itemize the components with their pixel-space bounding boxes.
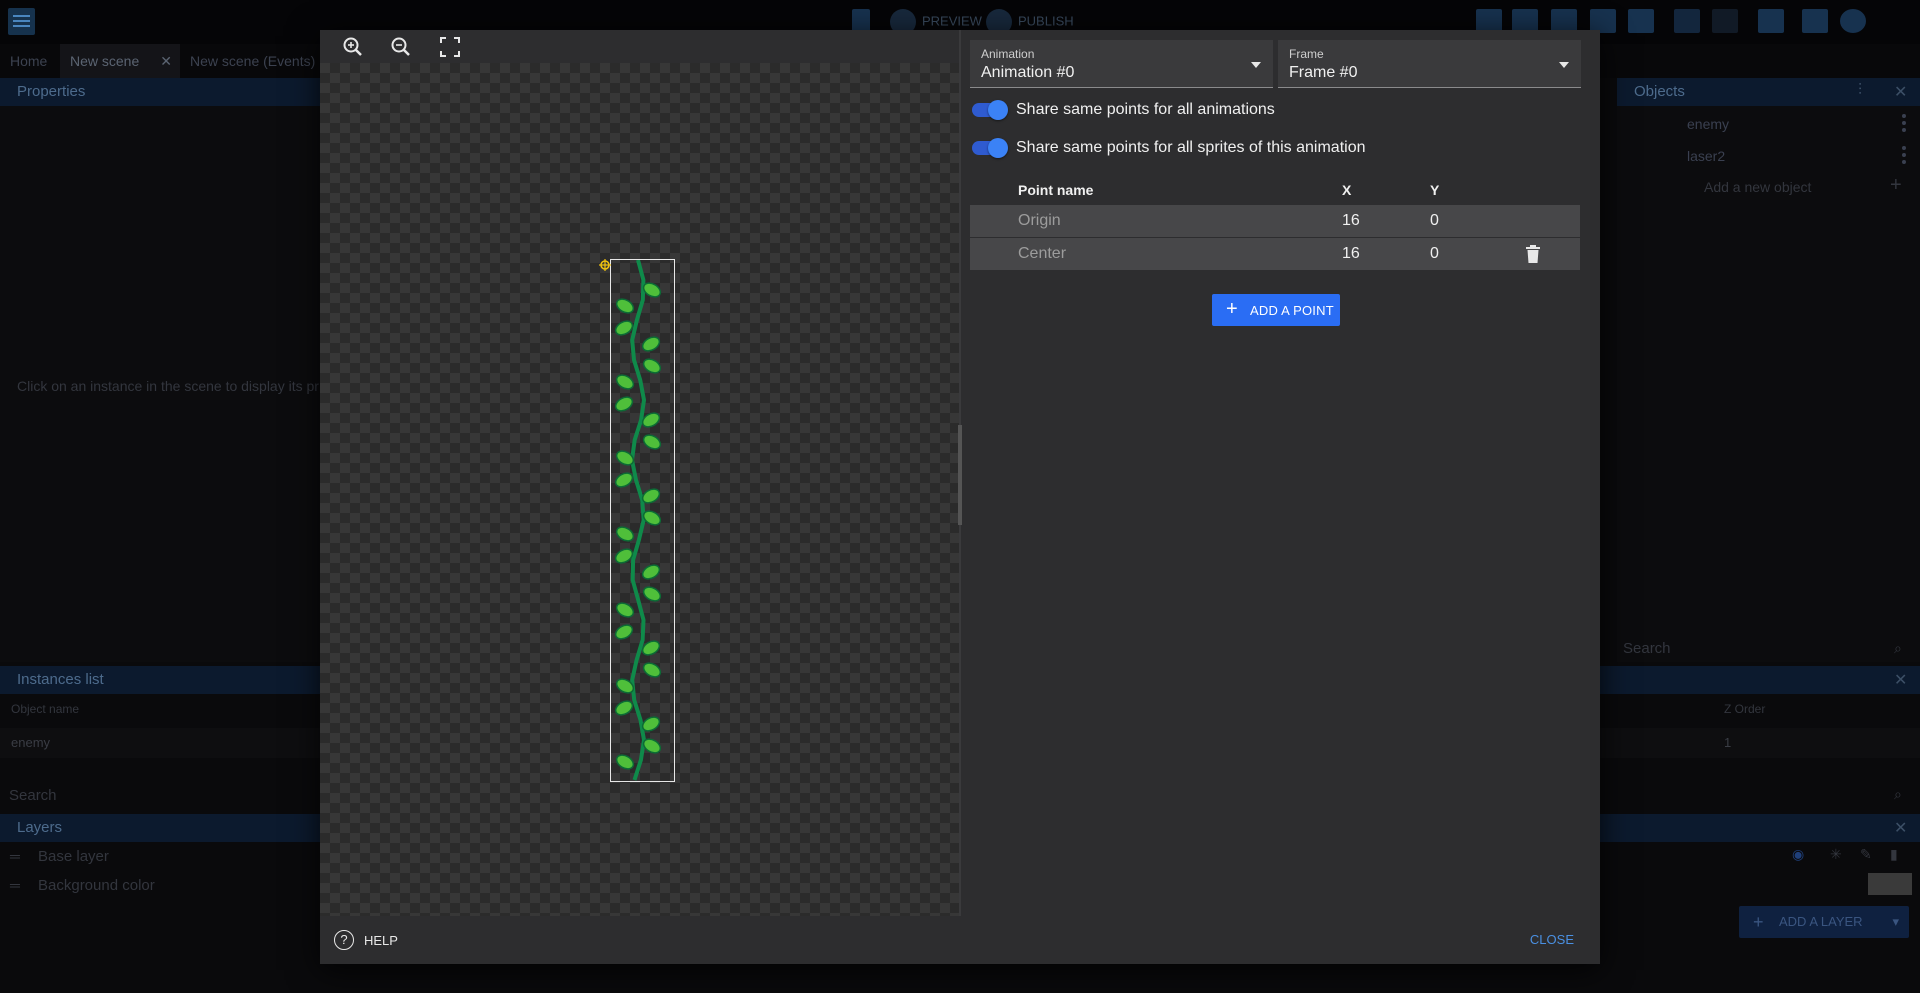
toggle-knob[interactable] (988, 100, 1008, 120)
point-name-cell: Origin (1018, 212, 1061, 229)
point-y-input[interactable]: 0 (1430, 212, 1439, 230)
table-row-origin[interactable]: Origin 16 0 (970, 205, 1580, 237)
checkerboard-canvas[interactable] (320, 63, 959, 916)
col-y: Y (1430, 182, 1440, 198)
help-circle-icon: ? (334, 930, 354, 950)
sprite-preview-pane (320, 30, 962, 916)
dialog-footer: ? HELP CLOSE (320, 916, 1600, 964)
point-y-input[interactable]: 0 (1430, 245, 1439, 263)
frame-select[interactable]: Frame Frame #0 (1278, 40, 1581, 88)
toggle-label: Share same points for all animations (1016, 101, 1275, 118)
vine-leaf (615, 374, 635, 390)
add-point-button[interactable]: + ADD A POINT (1212, 294, 1340, 326)
frame-select-value: Frame #0 (1289, 64, 1358, 81)
points-table-header: Point name X Y (970, 176, 1580, 204)
col-point-name: Point name (1018, 182, 1094, 198)
vine-leaf (615, 298, 635, 314)
animation-select[interactable]: Animation Animation #0 (970, 40, 1273, 88)
points-editor-dialog: Animation Animation #0 Frame Frame #0 Sh… (320, 30, 1600, 964)
animation-select-label: Animation (981, 47, 1035, 61)
vine-sprite-image (614, 259, 662, 781)
vine-leaf (615, 602, 635, 618)
vine-leaf (642, 358, 662, 374)
close-button[interactable]: CLOSE (1530, 932, 1574, 947)
vine-leaf (615, 754, 635, 770)
vine-leaf (614, 700, 634, 716)
chevron-down-icon (1559, 62, 1569, 68)
table-row-center[interactable]: Center 16 0 (970, 238, 1580, 270)
plus-icon: + (1226, 298, 1238, 320)
chevron-down-icon (1251, 62, 1261, 68)
zoom-in-icon[interactable] (340, 34, 366, 60)
toggle-label: Share same points for all sprites of thi… (1016, 139, 1366, 156)
col-x: X (1342, 182, 1352, 198)
zoom-fit-icon[interactable] (437, 34, 463, 60)
point-name-cell: Center (1018, 245, 1067, 262)
vine-leaf (615, 526, 635, 542)
vine-leaf (642, 434, 662, 450)
point-x-input[interactable]: 16 (1342, 212, 1360, 230)
origin-point-marker[interactable] (599, 259, 611, 271)
zoom-out-icon[interactable] (388, 34, 414, 60)
vine-leaf (614, 472, 634, 488)
point-x-input[interactable]: 16 (1342, 245, 1360, 263)
toggle-share-all-sprites[interactable]: Share same points for all sprites of thi… (970, 133, 1420, 163)
vine-leaf (641, 564, 661, 580)
vine-leaf (642, 662, 662, 678)
vine-leaf (642, 586, 662, 602)
zoom-toolbar (320, 30, 961, 62)
points-properties-pane: Animation Animation #0 Frame Frame #0 Sh… (970, 30, 1600, 916)
vine-leaf (614, 396, 634, 412)
toggle-share-all-animations[interactable]: Share same points for all animations (970, 95, 1370, 125)
splitter-handle[interactable] (958, 425, 962, 525)
toggle-knob[interactable] (988, 138, 1008, 158)
animation-select-value: Animation #0 (981, 64, 1075, 81)
frame-select-label: Frame (1289, 47, 1324, 61)
trash-icon[interactable] (1525, 245, 1541, 263)
sprite-bounds (610, 259, 675, 782)
vine-leaf (641, 336, 661, 352)
vine-leaf (614, 624, 634, 640)
